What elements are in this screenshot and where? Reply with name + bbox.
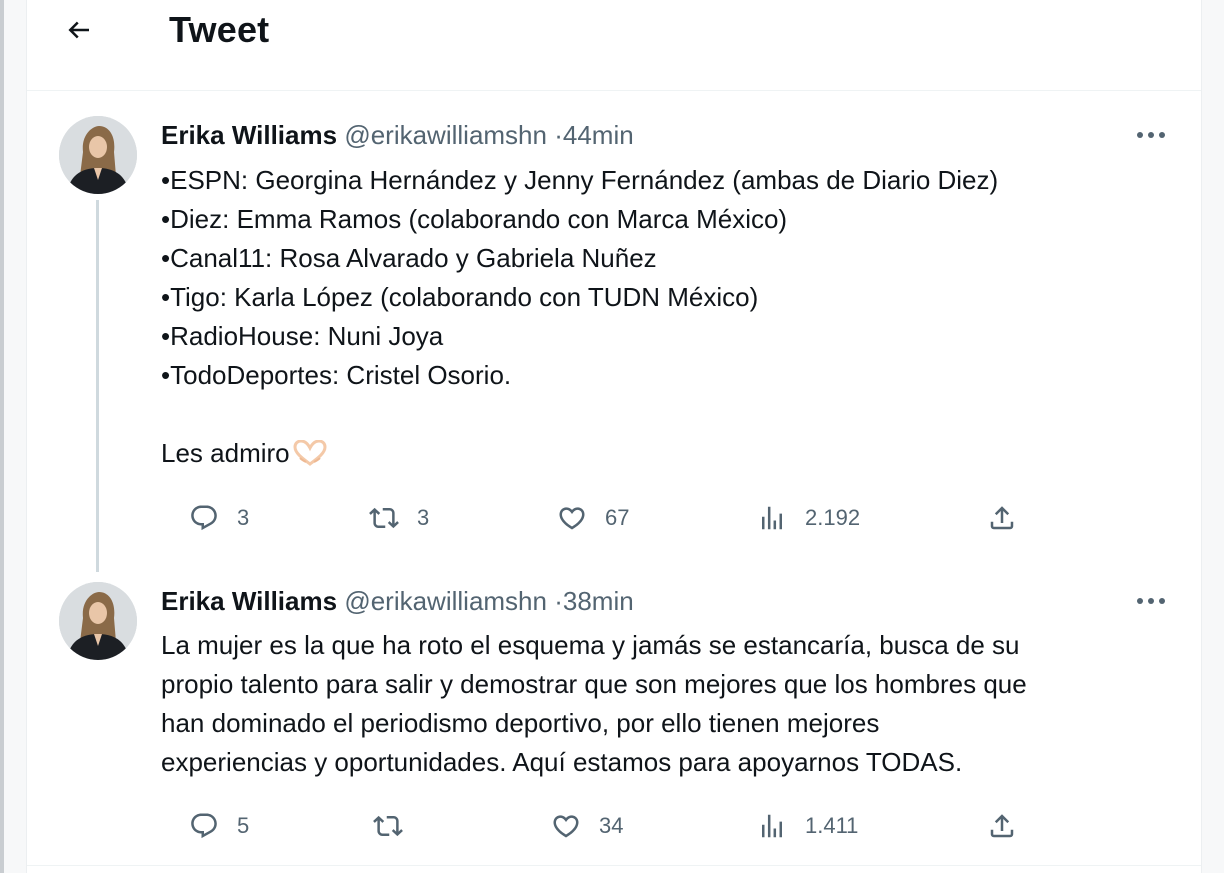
- timestamp[interactable]: 38min: [563, 586, 634, 616]
- views-count: 1.411: [805, 813, 859, 838]
- author-name[interactable]: Erika Williams: [161, 586, 337, 616]
- reply-icon: [191, 505, 217, 531]
- tweet-actions: 5 34 1.411: [161, 806, 1021, 846]
- bottom-divider: [27, 865, 1201, 866]
- reply-button[interactable]: 5: [189, 806, 249, 846]
- tweet-text: La mujer es la que ha roto el esquema y …: [161, 626, 1171, 782]
- profile-photo-icon: [59, 116, 137, 194]
- tweet-line: propio talento para salir y demostrar qu…: [161, 669, 1027, 699]
- meta-separator: ·: [554, 586, 563, 616]
- share-icon: [990, 814, 1014, 838]
- thread-line: [96, 200, 99, 572]
- heart-hands-icon: [293, 439, 327, 466]
- views-button[interactable]: 2.192: [757, 498, 860, 538]
- page-title: Tweet: [169, 9, 270, 50]
- tweet-meta: Erika Williams @erikawilliamshn ·38min: [161, 584, 634, 618]
- share-button[interactable]: [987, 498, 1017, 538]
- arrow-left-icon: [68, 21, 89, 39]
- tweet-line: •Diez: Emma Ramos (colaborando con Marca…: [161, 204, 788, 234]
- tweet-meta: Erika Williams @erikawilliamshn ·44min: [161, 118, 634, 152]
- reply-count: 3: [237, 505, 250, 530]
- like-button[interactable]: 34: [551, 806, 623, 846]
- tweet-line: •TodoDeportes: Cristel Osorio.: [161, 360, 512, 390]
- tweet-line: •RadioHouse: Nuni Joya: [161, 321, 444, 351]
- views-icon: [762, 506, 782, 530]
- avatar[interactable]: [59, 116, 137, 194]
- avatar[interactable]: [59, 582, 137, 660]
- share-icon: [990, 506, 1014, 530]
- views-icon: [762, 814, 782, 838]
- profile-photo-icon: [59, 582, 137, 660]
- heart-icon: [559, 507, 585, 530]
- tweet-line: •ESPN: Georgina Hernández y Jenny Fernán…: [161, 165, 999, 195]
- tweet-line: [161, 395, 1171, 434]
- author-handle[interactable]: @erikawilliamshn: [344, 120, 547, 150]
- retweet-button[interactable]: [373, 806, 421, 846]
- retweet-icon: [369, 507, 399, 529]
- tweet-line: •Tigo: Karla López (colaborando con TUDN…: [161, 282, 759, 312]
- author-handle[interactable]: @erikawilliamshn: [344, 586, 547, 616]
- tweet-line: han dominado el periodismo deportivo, po…: [161, 708, 880, 738]
- more-options-button[interactable]: [1131, 120, 1171, 150]
- author-name[interactable]: Erika Williams: [161, 120, 337, 150]
- tweet-line: Les admiro: [161, 434, 1171, 473]
- like-count: 67: [605, 505, 630, 530]
- tweet-text: •ESPN: Georgina Hernández y Jenny Fernán…: [161, 161, 1171, 473]
- back-button[interactable]: [57, 8, 101, 52]
- window-edge: [0, 0, 4, 873]
- timestamp[interactable]: 44min: [563, 120, 634, 150]
- retweet-button[interactable]: 3: [369, 498, 429, 538]
- like-count: 34: [599, 813, 624, 838]
- more-options-button[interactable]: [1131, 586, 1171, 616]
- meta-separator: ·: [554, 120, 563, 150]
- page-header: Tweet: [27, 0, 1201, 91]
- views-count: 2.192: [805, 505, 861, 530]
- tweet-line: •Canal11: Rosa Alvarado y Gabriela Nuñez: [161, 243, 657, 273]
- heart-icon: [553, 815, 579, 838]
- reply-count: 5: [237, 813, 250, 838]
- tweet-line: experiencias y oportunidades. Aquí estam…: [161, 747, 963, 777]
- more-icon: [1137, 598, 1165, 604]
- retweet-count: 3: [417, 505, 430, 530]
- reply-button[interactable]: 3: [189, 498, 249, 538]
- more-icon: [1137, 132, 1165, 138]
- tweet-line-text: Les admiro: [161, 438, 290, 468]
- like-button[interactable]: 67: [557, 498, 629, 538]
- share-button[interactable]: [987, 806, 1017, 846]
- reply-icon: [191, 813, 217, 839]
- tweet-line: La mujer es la que ha roto el esquema y …: [161, 630, 1020, 660]
- tweet-actions: 3 3 67 2.192: [161, 498, 1021, 538]
- views-button[interactable]: 1.411: [757, 806, 858, 846]
- retweet-icon: [373, 815, 403, 837]
- tweet-page: Tweet Erika Williams @erikawilliamshn ·4…: [26, 0, 1202, 873]
